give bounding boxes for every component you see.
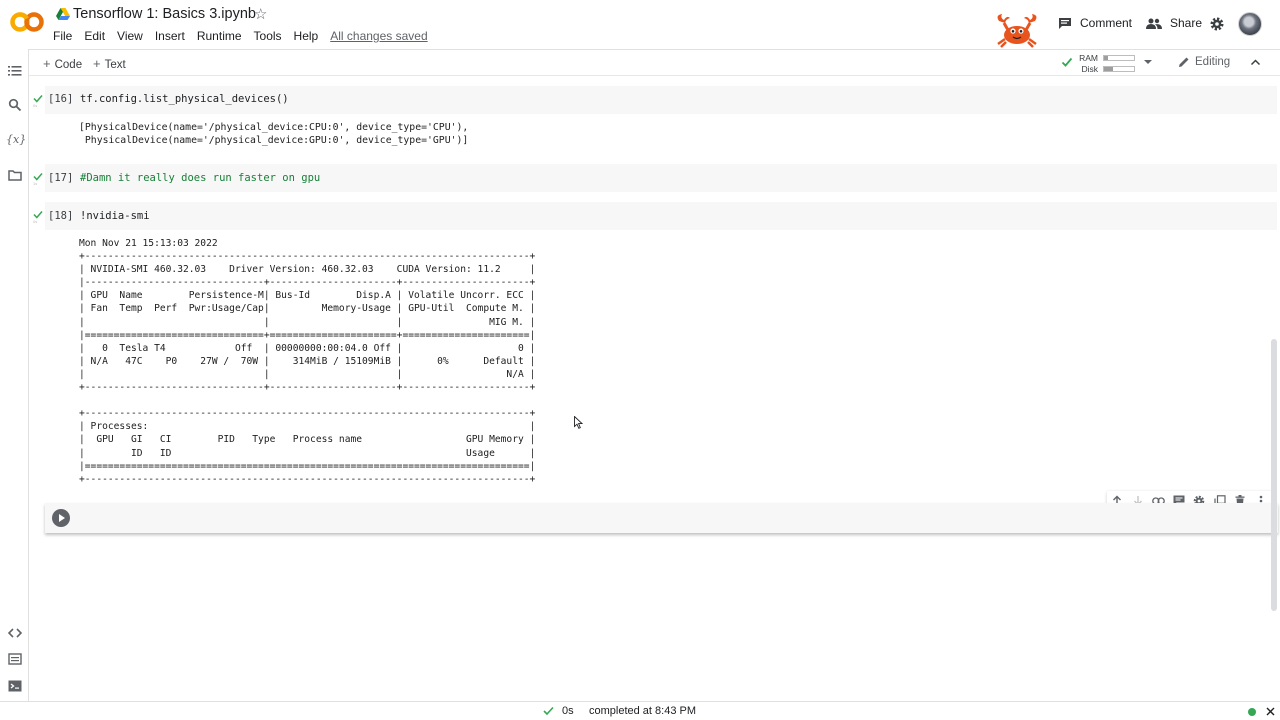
notebook-title[interactable]: Tensorflow 1: Basics 3.ipynb (73, 6, 256, 22)
code-cell-17: 1s [17] #Damn it really does run faster … (31, 164, 1277, 192)
google-drive-icon (56, 8, 70, 20)
disk-usage-bar (1103, 66, 1135, 72)
resources-dropdown-icon[interactable] (1144, 60, 1152, 64)
mouse-cursor-icon (574, 416, 583, 429)
active-empty-cell[interactable] (45, 503, 1278, 533)
share-label: Share (1170, 16, 1203, 30)
menu-help[interactable]: Help (294, 29, 319, 43)
code-cell-16: 0s [16] tf.config.list_physical_devices(… (31, 86, 1277, 156)
save-status[interactable]: All changes saved (330, 29, 427, 43)
menu-bar: File Edit View Insert Runtime Tools Help… (53, 29, 440, 43)
menu-edit[interactable]: Edit (84, 29, 105, 43)
left-sidebar: {x} (0, 49, 29, 701)
share-people-icon (1146, 18, 1162, 29)
add-code-button[interactable]: + Code (43, 56, 82, 71)
chevron-up-icon[interactable] (1250, 57, 1261, 68)
star-icon[interactable]: ☆ (254, 5, 267, 23)
execution-count: [18] (48, 210, 74, 222)
execution-elapsed: 0s (562, 705, 574, 717)
menu-view[interactable]: View (117, 29, 143, 43)
avatar[interactable] (1238, 12, 1262, 36)
connection-status-dot (1248, 708, 1256, 716)
cell-18-input[interactable] (45, 202, 1277, 230)
disk-label: Disk (1081, 64, 1098, 74)
resource-labels[interactable]: RAM Disk (1077, 53, 1098, 75)
cell-output: [PhysicalDevice(name='/physical_device:C… (79, 122, 469, 147)
share-button[interactable]: Share (1146, 16, 1202, 30)
editing-mode-button[interactable]: Editing (1178, 56, 1230, 68)
comment-icon (1059, 17, 1071, 29)
table-of-contents-icon[interactable] (8, 64, 22, 78)
run-success-icon (33, 173, 43, 181)
search-icon[interactable] (8, 98, 22, 112)
menu-file[interactable]: File (53, 29, 72, 43)
menu-tools[interactable]: Tools (254, 29, 282, 43)
add-text-label: Text (104, 59, 126, 71)
execution-time: 0s (33, 219, 38, 224)
status-bar: 0s completed at 8:43 PM (0, 701, 1280, 720)
disk-usage-fill (1104, 67, 1113, 71)
run-cell-button[interactable] (52, 509, 70, 527)
gear-icon[interactable] (1209, 16, 1225, 32)
run-success-icon (33, 95, 43, 103)
cell-source[interactable]: #Damn it really does run faster on gpu (80, 172, 320, 184)
terminal-icon[interactable] (8, 679, 22, 693)
execution-time: 1s (33, 181, 38, 186)
connected-check-icon (1061, 57, 1073, 67)
code-snippets-icon[interactable] (8, 626, 22, 640)
code-cell-18: 0s [18] !nvidia-smi Mon Nov 21 15:13:03 … (31, 202, 1277, 492)
cell-source[interactable]: !nvidia-smi (80, 210, 150, 222)
scrollbar[interactable] (1271, 339, 1277, 611)
ram-label: RAM (1079, 53, 1098, 63)
menu-runtime[interactable]: Runtime (197, 29, 242, 43)
pencil-icon (1179, 57, 1189, 67)
menu-insert[interactable]: Insert (155, 29, 185, 43)
cell-output: Mon Nov 21 15:13:03 2022 +--------------… (79, 238, 536, 485)
crab-mode-icon[interactable] (993, 13, 1041, 48)
ram-usage-fill (1104, 56, 1108, 60)
header: Tensorflow 1: Basics 3.ipynb ☆ File Edit… (0, 0, 1280, 49)
success-check-icon (543, 706, 554, 716)
completion-status[interactable]: completed at 8:43 PM (589, 705, 696, 717)
colab-logo[interactable] (10, 10, 44, 34)
folder-icon[interactable] (8, 168, 22, 182)
execution-count: [16] (48, 93, 74, 105)
editing-label: Editing (1195, 56, 1231, 68)
run-success-icon (33, 211, 43, 219)
comment-label: Comment (1080, 16, 1133, 30)
ram-usage-bar (1103, 55, 1135, 61)
cell-source[interactable]: tf.config.list_physical_devices() (80, 93, 289, 105)
command-palette-icon[interactable] (8, 652, 22, 666)
close-icon[interactable] (1266, 707, 1275, 716)
notebook-toolbar: + Code + Text RAM Disk Editing (0, 49, 1280, 76)
add-text-button[interactable]: + Text (93, 56, 126, 71)
add-code-label: Code (54, 59, 83, 71)
execution-time: 0s (33, 103, 38, 108)
variables-icon[interactable]: {x} (6, 133, 26, 146)
execution-count: [17] (48, 172, 74, 184)
comment-button[interactable]: Comment (1058, 16, 1132, 30)
